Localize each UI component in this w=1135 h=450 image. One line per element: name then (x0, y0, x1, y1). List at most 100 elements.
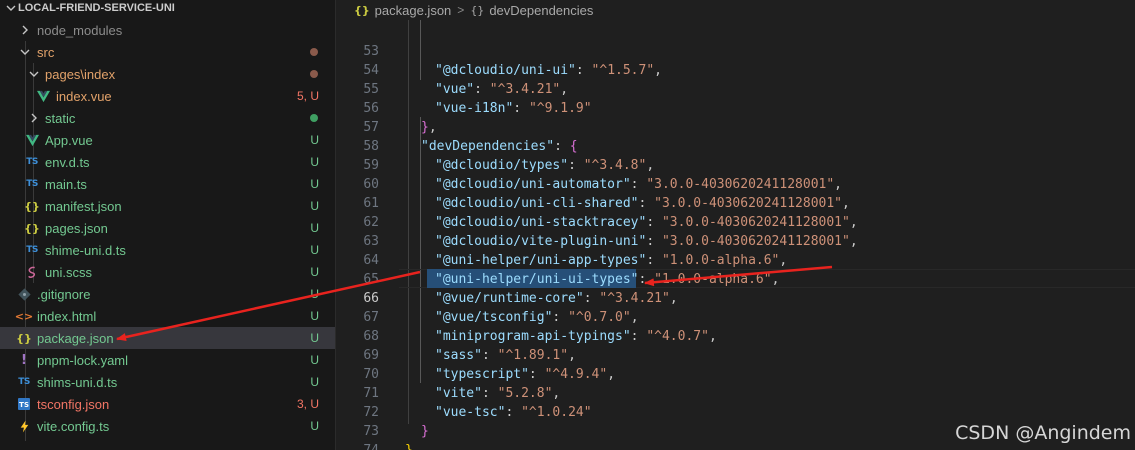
code-line[interactable]: 73 } (337, 403, 1135, 450)
chevron-down-icon (18, 41, 32, 63)
vue-file-icon (24, 129, 40, 151)
code-line-selected[interactable]: 66 "@vue/tsconfig": "^0.7.0", (337, 270, 1135, 325)
explorer-root-folder[interactable]: LOCAL-FRIEND-SERVICE-UNI (0, 0, 335, 19)
tree-item-pages-index[interactable]: pages\index (0, 63, 335, 85)
tree-item-index-html[interactable]: <> index.html U (0, 305, 335, 327)
object-symbol-icon: {} (470, 3, 485, 17)
git-status-badge: U (310, 243, 319, 257)
tree-item-uni-scss[interactable]: uni.scss U (0, 261, 335, 283)
code-line[interactable]: 57 "devDependencies": { (337, 99, 1135, 154)
tree-item-label: node_modules (37, 22, 123, 38)
breadcrumb-file[interactable]: package.json (375, 3, 452, 18)
tree-item-src[interactable]: src (0, 41, 335, 63)
yaml-file-icon: ! (21, 352, 27, 368)
git-status-badge: 3, U (296, 397, 319, 411)
code-line[interactable]: 61 "@dcloudio/uni-stacktracey": "3.0.0-4… (337, 175, 1135, 230)
tree-item-vite-config-ts[interactable]: vite.config.ts U (0, 415, 335, 437)
tree-item-label: main.ts (45, 176, 87, 192)
code-line[interactable]: 65 "@vue/runtime-core": "^3.4.21", (337, 251, 1135, 306)
git-status-badge: U (310, 199, 319, 213)
code-line[interactable]: 69 "typescript": "^4.9.4", (337, 327, 1135, 382)
git-status-badge: U (310, 331, 319, 345)
sass-file-icon (24, 261, 40, 283)
tree-item-label: src (37, 44, 55, 60)
code-line[interactable]: 56 }, (337, 80, 1135, 135)
tree-item-label: static (45, 110, 76, 126)
tree-item-label: App.vue (45, 132, 93, 148)
untracked-dot-icon (310, 114, 318, 122)
code-line[interactable]: 63 "@uni-helper/uni-app-types": "1.0.0-a… (337, 213, 1135, 268)
tree-item-label: uni.scss (45, 264, 92, 280)
tree-item-app-vue[interactable]: App.vue U (0, 129, 335, 151)
modified-dot-icon (310, 48, 318, 56)
tree-item-label: .gitignore (37, 286, 91, 302)
tree-item-label: index.html (37, 308, 97, 324)
git-status-badge: U (310, 265, 319, 279)
tree-item-label: manifest.json (45, 198, 122, 214)
json-file-icon: {} (16, 331, 32, 345)
tree-item-main-ts[interactable]: TS main.ts U (0, 173, 335, 195)
tree-item-shims-uni-d-ts[interactable]: TS shims-uni.d.ts U (0, 371, 335, 393)
tree-item-node-modules[interactable]: node_modules (0, 19, 335, 41)
typescript-file-icon: TS (26, 245, 38, 255)
code-editor[interactable]: {} package.json > {} devDependencies 53 … (337, 0, 1135, 450)
tree-item-label: vite.config.ts (37, 418, 110, 434)
html-file-icon: <> (14, 309, 34, 323)
code-line[interactable]: 70 "vite": "5.2.8", (337, 346, 1135, 401)
git-status-badge: U (310, 375, 319, 389)
code-line[interactable]: 54 "vue": "^3.4.21", (337, 42, 1135, 97)
tsconfig-file-icon: TS (18, 398, 30, 410)
tree-item-label: env.d.ts (45, 154, 90, 170)
breadcrumb-separator-icon: > (457, 3, 465, 17)
code-line[interactable]: 62 "@dcloudio/vite-plugin-uni": "3.0.0-4… (337, 194, 1135, 249)
tree-item-shime-uni-d-ts[interactable]: TS shime-uni.d.ts U (0, 239, 335, 261)
code-line[interactable]: 68 "sass": "^1.89.1", (337, 308, 1135, 363)
tree-item-env-d-ts[interactable]: TS env.d.ts U (0, 151, 335, 173)
json-file-icon: {} (24, 199, 40, 213)
tree-item-label: pnpm-lock.yaml (37, 352, 129, 368)
code-line[interactable]: 60 "@dcloudio/uni-cli-shared": "3.0.0-40… (337, 156, 1135, 211)
breadcrumb-symbol[interactable]: devDependencies (489, 3, 593, 18)
code-line[interactable]: 55 "vue-i18n": "^9.1.9" (337, 61, 1135, 116)
git-status-badge: U (310, 419, 319, 433)
tree-item-index-vue[interactable]: index.vue 5, U (0, 85, 335, 107)
tree-item-pages-json[interactable]: {} pages.json U (0, 217, 335, 239)
code-line[interactable]: 71 "vue-tsc": "^1.0.24" (337, 365, 1135, 420)
git-status-badge: U (310, 287, 319, 301)
tree-item-label: pages.json (45, 220, 108, 236)
tree-item-label: index.vue (56, 88, 112, 104)
json-file-icon: {} (354, 3, 370, 17)
git-status-badge: U (310, 177, 319, 191)
tree-item-gitignore[interactable]: .gitignore U (0, 283, 335, 305)
tree-item-tsconfig-json[interactable]: TS tsconfig.json 3, U (0, 393, 335, 415)
code-line[interactable]: 64 "@uni-helper/uni-ui-types": "1.0.0-al… (337, 232, 1135, 287)
line-number: 74 (337, 441, 379, 450)
tree-item-manifest-json[interactable]: {} manifest.json U (0, 195, 335, 217)
vue-file-icon (35, 85, 51, 107)
typescript-file-icon: TS (26, 157, 38, 167)
git-status-badge: U (310, 155, 319, 169)
tree-item-package-json[interactable]: {} package.json U (0, 327, 335, 349)
chevron-right-icon (18, 19, 32, 41)
git-file-icon (16, 283, 32, 305)
tree-item-pnpm-lock-yaml[interactable]: ! pnpm-lock.yaml U (0, 349, 335, 371)
root-folder-label: LOCAL-FRIEND-SERVICE-UNI (18, 2, 175, 14)
chevron-right-icon (27, 107, 41, 129)
code-line[interactable]: 59 "@dcloudio/uni-automator": "3.0.0-403… (337, 137, 1135, 192)
modified-dot-icon (310, 70, 318, 78)
code-line[interactable]: 72 } (337, 384, 1135, 439)
typescript-file-icon: TS (18, 377, 30, 387)
tree-item-label: tsconfig.json (37, 396, 110, 412)
git-status-badge: 5, U (296, 89, 319, 103)
code-line[interactable]: 58 "@dcloudio/types": "^3.4.8", (337, 118, 1135, 173)
breadcrumb: {} package.json > {} devDependencies (337, 0, 1135, 20)
git-status-badge: U (310, 353, 319, 367)
code-line[interactable]: 67 "miniprogram-api-typings": "^4.0.7", (337, 289, 1135, 344)
tree-item-label: pages\index (45, 66, 116, 82)
git-status-badge: U (310, 133, 319, 147)
code-line[interactable]: 53 "@dcloudio/uni-ui": "^1.5.7", (337, 23, 1135, 78)
tree-item-label: shims-uni.d.ts (37, 374, 118, 390)
typescript-file-icon: TS (26, 179, 38, 189)
tree-item-static[interactable]: static (0, 107, 335, 129)
tree-item-label: shime-uni.d.ts (45, 242, 126, 258)
